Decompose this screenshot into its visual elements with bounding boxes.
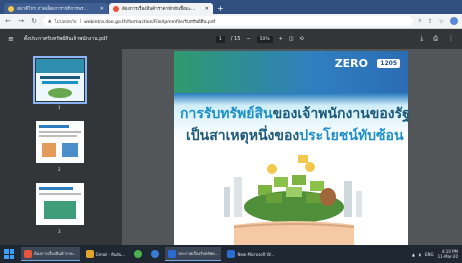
fit-page-icon[interactable]: ◫ xyxy=(289,36,294,42)
thumbnail-page-number: 1 xyxy=(58,105,61,110)
browser-tab-active[interactable]: ต้องการเรื่องสินค้าราคาทักทันชื้อมะ... ✕ xyxy=(109,3,213,14)
firefox-icon xyxy=(85,250,94,258)
forward-icon[interactable]: → xyxy=(17,17,25,25)
headline-line-2: เป็นสาเหตุหนึ่งของประโยชน์ทับซ้อน xyxy=(186,125,410,147)
more-icon[interactable]: ⋮ xyxy=(448,35,454,43)
zoom-in-icon[interactable]: + xyxy=(279,36,283,42)
page-total: / 15 xyxy=(230,36,241,42)
menu-icon[interactable]: ≡ xyxy=(8,35,14,43)
headline-2-accent: ประโยชน์ทับซ้อน xyxy=(299,128,404,144)
windows-start-icon[interactable] xyxy=(4,249,14,259)
taskbar-item[interactable] xyxy=(148,247,162,261)
tab-title: สมาคิโกร ภาคเอ็ดเการาชกิการพร... xyxy=(17,7,88,12)
pdf-viewer[interactable]: ZERO 1205 การรับทรัพย์สินของเจ้าพนักงานข… xyxy=(122,49,462,245)
system-tray: ▲ ◖ ENG 4:10 PM 11-Mar-20 xyxy=(412,249,458,259)
zoom-icon[interactable]: ⌕ xyxy=(418,17,421,25)
share-icon[interactable]: ⇪ xyxy=(428,18,433,25)
zoom-level[interactable]: 50% xyxy=(256,35,273,43)
taskbar-item-label: ประกาศเรื่องรับทรัพย... xyxy=(178,251,219,256)
word-icon xyxy=(227,250,236,258)
security-label: ไม่ปลอดภัย xyxy=(54,19,77,25)
print-icon[interactable]: ⎙ xyxy=(433,35,438,43)
browser-tab[interactable]: สมาคิโกร ภาคเอ็ดเการาชกิการพร... ✕ xyxy=(4,3,108,14)
close-tab-icon[interactable]: ✕ xyxy=(100,6,104,12)
headline-1-accent: การรับทรัพย์สิน xyxy=(180,106,273,122)
url-text: webintra.doe.go.th/formaction/File/Ipmmf… xyxy=(84,19,216,25)
hotline-badge: 1205 xyxy=(377,59,400,68)
taskbar-item[interactable]: ประกาศเรื่องรับทรัพย... xyxy=(165,247,222,261)
taskbar-item[interactable]: ต้องการเรื่องสินค้าราค... xyxy=(21,247,80,261)
language-indicator[interactable]: ENG xyxy=(425,252,434,257)
page-thumbnail[interactable] xyxy=(33,56,87,104)
windows-taskbar: ต้องการเรื่องสินค้าราค... Gmail - ยืนยัน… xyxy=(0,245,462,263)
taskbar-item[interactable] xyxy=(131,247,145,261)
app-icon xyxy=(151,250,160,258)
browser-tab-strip: สมาคิโกร ภาคเอ็ดเการาชกิการพร... ✕ ต้องก… xyxy=(0,0,462,14)
taskbar-item-label: New Microsoft W... xyxy=(237,251,275,257)
new-tab-icon[interactable]: + xyxy=(217,3,224,14)
zero-logo: ZERO xyxy=(334,57,368,70)
headline-1-rest: ของเจ้าพนักงานของรัฐ xyxy=(272,106,410,122)
tab-title: ต้องการเรื่องสินค้าราคาทักทันชื้อมะ... xyxy=(122,7,196,12)
thumbnail-sidebar: 1 2 3 xyxy=(0,49,122,245)
browser-toolbar: ← → ↻ ▲ ไม่ปลอดภัย | webintra.doe.go.th/… xyxy=(0,14,462,29)
taskbar-item[interactable]: Gmail - ยืนยัน... xyxy=(83,247,129,261)
tab-favicon-icon xyxy=(113,5,119,12)
clock[interactable]: 4:10 PM 11-Mar-20 xyxy=(438,249,458,259)
tab-favicon-icon xyxy=(8,5,14,12)
taskbar-item-label: ต้องการเรื่องสินค้าราค... xyxy=(34,251,77,256)
bookmark-star-icon[interactable]: ☆ xyxy=(439,18,444,25)
pdf-filename: ตั้งประกาศรับทรัพย์สินเจ้าพนักงาน.pdf xyxy=(23,36,108,42)
chrome-icon xyxy=(24,249,32,258)
money-hand-illustration xyxy=(224,155,362,245)
thumbnail-image xyxy=(36,183,84,225)
word-icon xyxy=(168,249,177,258)
thumbnail-page-number: 3 xyxy=(58,229,61,234)
app-icon xyxy=(134,250,143,258)
page-number-input[interactable]: 1 xyxy=(215,35,225,43)
zoom-out-icon[interactable]: − xyxy=(246,36,250,42)
clock-date: 11-Mar-20 xyxy=(437,254,458,259)
thumbnail-image xyxy=(36,59,84,101)
download-icon[interactable]: ⤓ xyxy=(421,35,424,43)
reload-icon[interactable]: ↻ xyxy=(30,17,38,25)
close-tab-icon[interactable]: ✕ xyxy=(205,6,209,12)
taskbar-item-label: Gmail - ยืนยัน... xyxy=(95,251,126,257)
page-header-band xyxy=(174,51,408,93)
profile-avatar[interactable] xyxy=(450,17,458,25)
pdf-page: ZERO 1205 การรับทรัพย์สินของเจ้าพนักงานข… xyxy=(174,51,410,245)
address-bar[interactable]: ▲ ไม่ปลอดภัย | webintra.doe.go.th/formac… xyxy=(43,16,414,26)
network-icon[interactable]: ▲ xyxy=(412,252,415,257)
pdf-toolbar: ≡ ตั้งประกาศรับทรัพย์สินเจ้าพนักงาน.pdf … xyxy=(0,29,462,49)
thumbnail-page-number: 2 xyxy=(58,167,61,172)
page-thumbnail[interactable] xyxy=(36,121,84,163)
warning-icon: ▲ xyxy=(48,18,52,24)
back-icon[interactable]: ← xyxy=(4,17,12,25)
volume-icon[interactable]: ◖ xyxy=(419,252,421,257)
rotate-icon[interactable]: ⟲ xyxy=(300,36,304,42)
thumbnail-image xyxy=(36,121,84,163)
page-thumbnail[interactable] xyxy=(36,183,84,225)
headline-2-rest: เป็นสาเหตุหนึ่งของ xyxy=(186,128,300,144)
headline-line-1: การรับทรัพย์สินของเจ้าพนักงานของรัฐ xyxy=(180,103,410,125)
taskbar-item[interactable]: New Microsoft W... xyxy=(224,247,277,261)
